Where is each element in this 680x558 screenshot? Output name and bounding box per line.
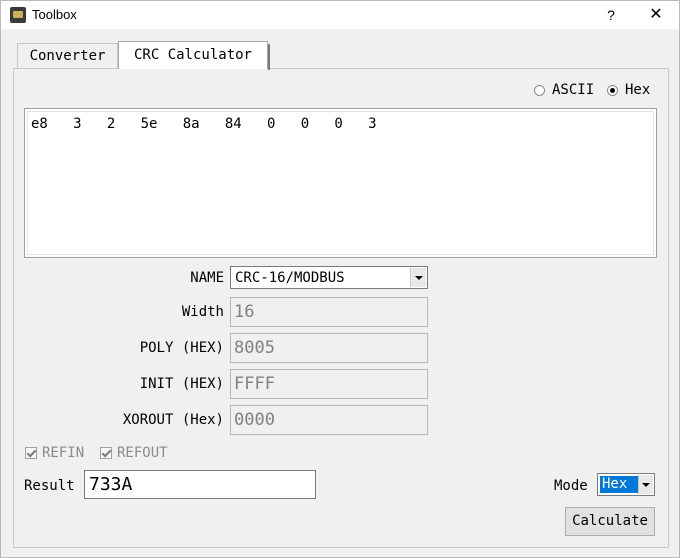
xorout-field: 0000 xyxy=(230,405,428,435)
data-input-value: e8 3 2 5e 8a 84 0 0 0 3 xyxy=(31,116,377,132)
mode-select[interactable]: Hex xyxy=(597,473,655,496)
refin-checkbox-box[interactable] xyxy=(25,447,37,459)
xorout-label: XOROUT (Hex) xyxy=(122,412,224,428)
crc-name-value: CRC-16/MODBUS xyxy=(235,270,345,286)
name-label: NAME xyxy=(190,270,224,286)
poly-field: 8005 xyxy=(230,333,428,363)
tab-crc-calculator[interactable]: CRC Calculator xyxy=(118,41,270,70)
app-icon xyxy=(10,7,26,23)
result-label: Result xyxy=(24,478,75,494)
ascii-radio-label: ASCII xyxy=(552,82,595,98)
refin-checkbox[interactable]: REFIN xyxy=(25,445,84,461)
help-button[interactable]: ? xyxy=(591,4,631,26)
hex-radio[interactable]: Hex xyxy=(607,81,650,99)
init-field: FFFF xyxy=(230,369,428,399)
ascii-radio[interactable]: ASCII xyxy=(534,81,594,99)
ascii-radio-button[interactable] xyxy=(534,84,545,96)
data-input-textarea[interactable]: e8 3 2 5e 8a 84 0 0 0 3 xyxy=(24,108,657,258)
mode-label: Mode xyxy=(554,478,588,494)
tab-converter[interactable]: Converter xyxy=(17,43,118,68)
width-label: Width xyxy=(181,304,224,320)
mode-value: Hex xyxy=(600,476,638,493)
hex-radio-label: Hex xyxy=(625,82,651,98)
hex-radio-button[interactable] xyxy=(607,84,618,96)
window-title: Toolbox xyxy=(32,7,77,22)
toolbox-window: Toolbox ? ✕ Converter CRC Calculator ASC… xyxy=(0,0,680,558)
title-bar: Toolbox ? ✕ xyxy=(1,1,679,29)
chevron-down-icon[interactable] xyxy=(410,268,426,287)
close-icon[interactable]: ✕ xyxy=(636,4,676,26)
calculate-button[interactable]: Calculate xyxy=(565,507,655,536)
result-field[interactable]: 733A xyxy=(84,470,316,499)
textarea-inner-border xyxy=(27,111,654,255)
refout-checkbox-box[interactable] xyxy=(100,447,112,459)
refin-label: REFIN xyxy=(42,445,85,461)
crc-name-select[interactable]: CRC-16/MODBUS xyxy=(230,266,428,289)
refout-checkbox[interactable]: REFOUT xyxy=(100,445,168,461)
init-label: INIT (HEX) xyxy=(139,376,224,392)
poly-label: POLY (HEX) xyxy=(139,340,224,356)
chevron-down-icon[interactable] xyxy=(638,475,653,494)
width-field: 16 xyxy=(230,297,428,327)
refout-label: REFOUT xyxy=(117,445,168,461)
